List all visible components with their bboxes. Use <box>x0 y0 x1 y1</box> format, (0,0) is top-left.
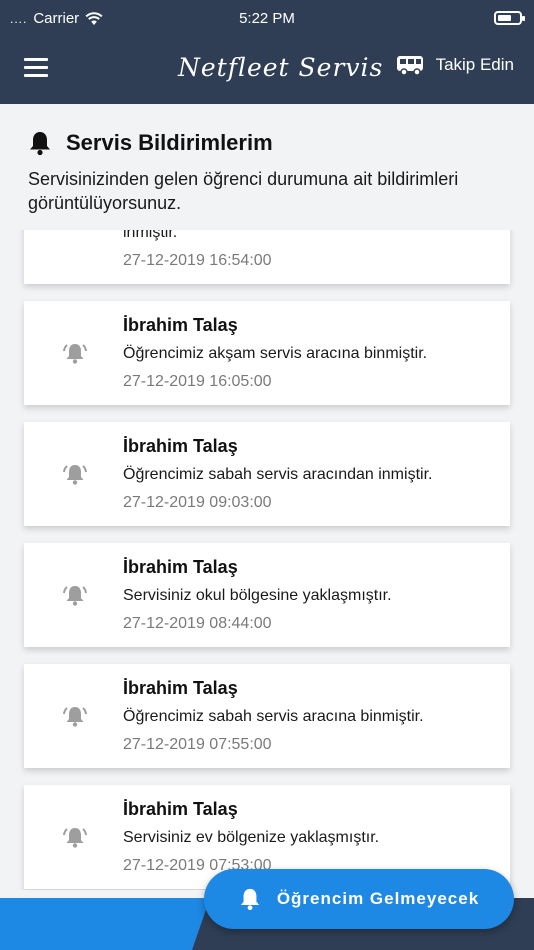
hamburger-menu-button[interactable] <box>24 58 50 78</box>
notification-date: 27-12-2019 08:44:00 <box>123 615 272 632</box>
notification-message: Servisiniz okul bölgesine yaklaşmıştır. <box>123 587 392 604</box>
follow-label: Takip Edin <box>435 55 514 74</box>
notification-date: 27-12-2019 16:54:00 <box>123 252 272 269</box>
notification-sender: İbrahim Talaş <box>123 799 238 819</box>
notification-card[interactable]: İbrahim Talaş Servisiniz okul bölgesine … <box>24 543 510 647</box>
app-header: .... Carrier 5:22 PM Netfleet Servis Tak… <box>0 0 534 104</box>
notification-sender: İbrahim Talaş <box>123 557 238 577</box>
bell-icon <box>30 132 50 156</box>
notification-message: Öğrencimiz akşam servis aracına binmişti… <box>123 345 428 362</box>
battery-icon <box>494 11 525 25</box>
ringing-bell-icon <box>63 586 87 606</box>
notification-card[interactable]: İbrahim Talaş Öğrencimiz akşam servis ar… <box>24 301 510 405</box>
status-time: 5:22 PM <box>239 10 295 27</box>
notification-sender: İbrahim Talaş <box>123 436 238 456</box>
notification-date: 27-12-2019 09:03:00 <box>123 494 272 511</box>
follow-button[interactable]: Takip Edin <box>396 54 514 76</box>
bus-icon <box>396 56 423 76</box>
page-title: Servis Bildirimlerim <box>66 130 273 155</box>
notification-message: Öğrencimiz sabah servis aracına binmişti… <box>123 708 424 725</box>
bell-icon <box>240 888 259 911</box>
navbar: Netfleet Servis Takip Edin <box>0 36 534 104</box>
student-absent-label: Öğrencim Gelmeyecek <box>276 889 480 908</box>
ringing-bell-icon <box>63 344 87 364</box>
notification-sender: İbrahim Talaş <box>123 315 238 335</box>
page-header: Servis Bildirimlerim Servisinizinden gel… <box>0 104 534 230</box>
notification-card[interactable]: inmiştir. 27-12-2019 16:54:00 <box>24 230 510 284</box>
ringing-bell-icon <box>63 707 87 727</box>
notification-date: 27-12-2019 07:55:00 <box>123 736 272 753</box>
notification-message: Servisiniz ev bölgenize yaklaşmıştır. <box>123 829 380 846</box>
page-description: Servisinizinden gelen öğrenci durumuna a… <box>28 169 459 213</box>
bottom-bar-accent <box>0 898 190 950</box>
notification-list[interactable]: inmiştir. 27-12-2019 16:54:00 İbrahim Ta… <box>0 230 534 890</box>
notification-card[interactable]: İbrahim Talaş Öğrencimiz sabah servis ar… <box>24 422 510 526</box>
student-absent-button[interactable]: Öğrencim Gelmeyecek <box>204 869 514 929</box>
brand-logo: Netfleet Servis <box>178 53 384 82</box>
notification-card[interactable]: İbrahim Talaş Öğrencimiz sabah servis ar… <box>24 664 510 768</box>
notification-sender: İbrahim Talaş <box>123 678 238 698</box>
notification-message: inmiştir. <box>123 230 178 241</box>
ringing-bell-icon <box>63 465 87 485</box>
notification-date: 27-12-2019 16:05:00 <box>123 373 272 390</box>
ringing-bell-icon <box>63 828 87 848</box>
status-bar: .... Carrier 5:22 PM <box>0 0 534 36</box>
notification-message: Öğrencimiz sabah servis aracından inmişt… <box>123 466 433 483</box>
